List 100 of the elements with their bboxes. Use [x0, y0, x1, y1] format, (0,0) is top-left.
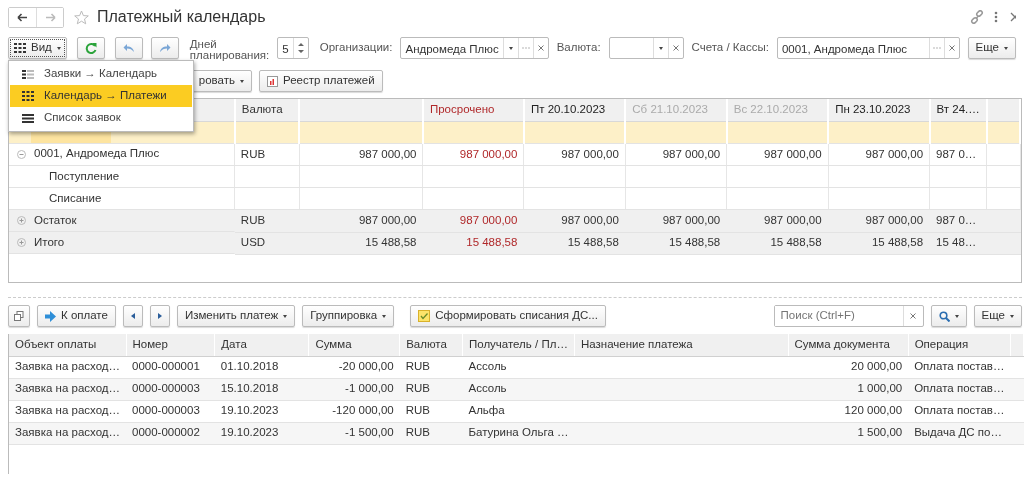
days-spinner[interactable]: 5 [277, 37, 309, 59]
caret-icon [508, 46, 513, 50]
caret-icon [283, 314, 288, 318]
row-label: 0001, Андромеда Плюс [34, 146, 160, 162]
table-cell: RUB [234, 143, 300, 166]
list-icon [22, 113, 34, 123]
table-cell: 987 000,00 [422, 143, 524, 166]
more-icon[interactable] [994, 11, 998, 23]
next-button[interactable] [149, 305, 170, 327]
menu-item[interactable]: Календарь → Платежи [10, 85, 192, 107]
table-cell: 120 000,00 [788, 400, 909, 422]
column-header: Валюта [234, 99, 300, 121]
column-header: Дата [214, 334, 309, 356]
search-field[interactable]: Поиск (Ctrl+F) [773, 305, 924, 327]
pay-button[interactable]: К оплате [37, 305, 116, 327]
copy-button[interactable] [8, 305, 30, 327]
column-header: Просрочено [422, 99, 524, 121]
table-cell: Выдача ДС по… [908, 422, 1011, 444]
close-icon[interactable] [1010, 12, 1016, 22]
accounts-field[interactable]: 0001, Андромеда Плюс [776, 37, 960, 59]
column-header: Операция [908, 334, 1011, 356]
column-header: Номер [126, 334, 215, 356]
currency-label: Валюта: [556, 40, 601, 56]
table-cell: 0000-000003 [126, 378, 215, 400]
left-triangle-icon [130, 313, 135, 319]
change-payment-button[interactable]: Изменить платеж [176, 305, 296, 327]
table-cell: 1 000,00 [788, 378, 909, 400]
accounts-label: Счета / Кассы: [691, 40, 769, 56]
menu-item[interactable]: Список заявок [10, 107, 192, 129]
expand-icon[interactable] [17, 216, 26, 225]
grouping-button[interactable]: Группировка [302, 305, 395, 327]
search-button[interactable] [930, 305, 967, 327]
expand-icon[interactable] [17, 238, 26, 247]
grid-icon [14, 43, 26, 53]
currency-field[interactable] [608, 37, 684, 59]
more-button[interactable]: Еще [973, 305, 1022, 327]
column-header: Пт 20.10.2023 [523, 99, 626, 121]
right-triangle-icon [157, 313, 162, 319]
redo-icon [158, 43, 171, 53]
caret-icon [1010, 314, 1014, 318]
search-icon [938, 310, 950, 322]
table-cell: Батурина Ольга … [462, 422, 575, 444]
arrow-icon [45, 310, 56, 322]
table-cell: 20 000,00 [788, 356, 909, 378]
copy-icon [14, 311, 24, 321]
previous-button[interactable] [122, 305, 143, 327]
caret-icon [658, 46, 663, 50]
organization-field[interactable]: Андромеда Плюс [400, 37, 549, 59]
caret-icon [240, 79, 244, 83]
table-cell: Заявка на расход… [9, 400, 126, 422]
table-cell: Оплата постав… [908, 378, 1011, 400]
table-cell: RUB [399, 400, 463, 422]
undo-icon [122, 43, 135, 53]
link-icon[interactable] [970, 10, 984, 24]
caret-icon [954, 314, 959, 318]
table-cell: Заявка на расход… [9, 378, 126, 400]
table-cell: 19.10.2023 [214, 400, 309, 422]
back-arrow-icon [17, 12, 28, 22]
table-cell: Оплата постав… [908, 356, 1011, 378]
table-cell: 987 0… [929, 143, 987, 166]
undo-button[interactable] [114, 37, 143, 59]
organizations-label: Организации: [319, 40, 393, 56]
table-cell: Заявка на расход… [9, 356, 126, 378]
table-cell: Заявка на расход… [9, 422, 126, 444]
redo-button[interactable] [150, 37, 179, 59]
column-header: Валюта [399, 334, 463, 356]
column-header: Назначение платежа [574, 334, 788, 356]
generate-writeoffs-button[interactable]: Сформировать списания ДС... [410, 305, 606, 327]
table-cell: Ассоль [462, 378, 575, 400]
row-label: Поступление [9, 165, 235, 188]
more-button[interactable]: Еще [967, 37, 1016, 59]
clear-icon [910, 313, 917, 319]
caret-icon [382, 314, 387, 318]
refresh-button[interactable] [76, 37, 105, 59]
table-cell: 01.10.2018 [214, 356, 309, 378]
table-cell: RUB [399, 356, 463, 378]
clear-icon [537, 45, 544, 51]
row-label: Списание [9, 187, 235, 210]
column-header: Сумма документа [788, 334, 909, 356]
row-label: Остаток [34, 212, 77, 228]
table-cell: 987 000,00 [523, 143, 626, 166]
table-cell: 0000-000003 [126, 400, 215, 422]
window-title: Платежный календарь [97, 7, 266, 27]
table-cell: 0000-000002 [126, 422, 215, 444]
table-cell: Альфа [462, 400, 575, 422]
register-button[interactable]: Реестр платежей [259, 70, 383, 92]
column-header: Пн 23.10.2023 [828, 99, 930, 121]
spinner-arrows-icon [297, 42, 304, 54]
clear-icon [948, 45, 955, 51]
column-header: Сб 21.10.2023 [625, 99, 727, 121]
collapse-icon[interactable] [17, 149, 26, 159]
column-header: Сумма [308, 334, 400, 356]
table-cell: Ассоль [462, 356, 575, 378]
clear-icon [672, 45, 679, 51]
table-cell: Оплата постав… [908, 400, 1011, 422]
table-cell: 1 500,00 [788, 422, 909, 444]
caret-icon [56, 46, 61, 50]
view-button[interactable]: Вид [8, 37, 67, 59]
star-icon[interactable] [74, 9, 89, 25]
table-cell: 987 000,00 [828, 143, 930, 166]
